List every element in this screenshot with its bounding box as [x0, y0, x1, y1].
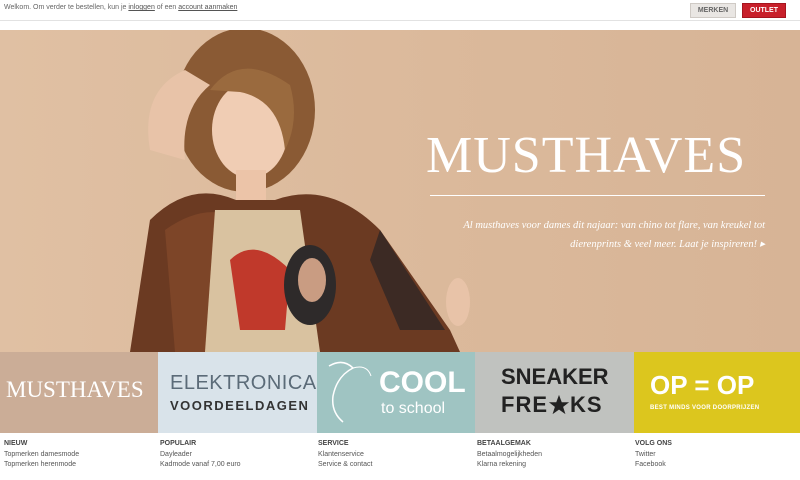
create-account-link[interactable]: account aanmaken: [178, 4, 237, 11]
footer-column-nieuw: NIEUW Topmerken damesmode Topmerken here…: [4, 440, 154, 471]
hero-model-image: [130, 30, 470, 352]
footer-heading: POPULAIR: [160, 440, 197, 447]
hero-cta-label: Laat je inspireren!: [679, 239, 758, 250]
tile-freaks-part1: FRE: [501, 392, 548, 417]
tile-elektronica-title: ELEKTRONICA: [170, 372, 317, 394]
welcome-message: Welkom. Om verder te bestellen, kun je i…: [4, 4, 237, 11]
star-icon: [548, 394, 570, 415]
footer-column-betaalgemak: BETAALGEMAK Betaalmogelijkheden Klarna r…: [477, 440, 627, 471]
hero-description: Al musthaves voor dames dit najaar: van …: [430, 216, 765, 254]
welcome-middle: of een: [156, 4, 177, 11]
tile-cool-title: COOL: [379, 366, 466, 399]
merken-button[interactable]: MERKEN: [690, 3, 736, 18]
top-bar: Welkom. Om verder te bestellen, kun je i…: [0, 0, 800, 21]
footer-column-service: SERVICE Klantenservice Service & contact: [318, 440, 468, 471]
tile-cool-to-school[interactable]: COOL to school: [317, 352, 475, 433]
footer-link[interactable]: Service & contact: [318, 461, 468, 468]
tile-freaks-part2: KS: [570, 392, 603, 417]
outlet-button[interactable]: OUTLET: [742, 3, 786, 18]
promo-tiles: MUSTHAVES ELEKTRONICA VOORDEELDAGEN COOL…: [0, 352, 800, 433]
footer-link[interactable]: Kadmode vanaf 7,00 euro: [160, 461, 310, 468]
welcome-prefix: Welkom. Om verder te bestellen, kun je: [4, 4, 127, 11]
footer-link[interactable]: Twitter: [635, 451, 785, 458]
footer-column-populair: POPULAIR Dayleader Kadmode vanaf 7,00 eu…: [160, 440, 310, 471]
footer-link[interactable]: Betaalmogelijkheden: [477, 451, 627, 458]
tile-freaks-title: FRE KS: [501, 392, 603, 418]
footer-link[interactable]: Klarna rekening: [477, 461, 627, 468]
tile-elektronica-subtitle: VOORDEELDAGEN: [170, 398, 310, 413]
footer-link[interactable]: Dayleader: [160, 451, 310, 458]
arrow-right-icon: ▸: [759, 239, 765, 250]
tile-sneaker-freaks[interactable]: SNEAKER FRE KS: [475, 352, 634, 433]
footer-link[interactable]: Topmerken damesmode: [4, 451, 154, 458]
tile-opop-title: OP = OP: [650, 370, 755, 400]
footer-link[interactable]: Facebook: [635, 461, 785, 468]
tile-opop-subtitle: BEST MINDS VOOR DOORPRIJZEN: [650, 405, 760, 411]
login-link[interactable]: inloggen: [128, 4, 154, 11]
footer-column-volg-ons: VOLG ONS Twitter Facebook: [635, 440, 785, 471]
school-doodle-icon: [328, 361, 372, 423]
footer-heading: BETAALGEMAK: [477, 440, 531, 447]
hero-title: MUSTHAVES: [426, 127, 747, 184]
hero-divider: [430, 195, 765, 196]
tile-musthaves[interactable]: MUSTHAVES: [0, 352, 158, 433]
tile-cool-subtitle: to school: [381, 400, 446, 417]
footer-heading: SERVICE: [318, 440, 349, 447]
tile-musthaves-label: MUSTHAVES: [6, 377, 144, 402]
tile-elektronica[interactable]: ELEKTRONICA VOORDEELDAGEN: [158, 352, 317, 433]
tile-op-is-op[interactable]: OP = OP BEST MINDS VOOR DOORPRIJZEN: [634, 352, 800, 433]
footer-heading: VOLG ONS: [635, 440, 672, 447]
hero-banner[interactable]: MUSTHAVES Al musthaves voor dames dit na…: [0, 30, 800, 352]
tile-sneaker-title: SNEAKER: [501, 364, 609, 389]
footer-heading: NIEUW: [4, 440, 28, 447]
hero-cta-link[interactable]: Laat je inspireren! ▸: [679, 239, 765, 250]
footer-link[interactable]: Topmerken herenmode: [4, 461, 154, 468]
footer-link[interactable]: Klantenservice: [318, 451, 468, 458]
footer-nav: NIEUW Topmerken damesmode Topmerken here…: [0, 440, 800, 480]
